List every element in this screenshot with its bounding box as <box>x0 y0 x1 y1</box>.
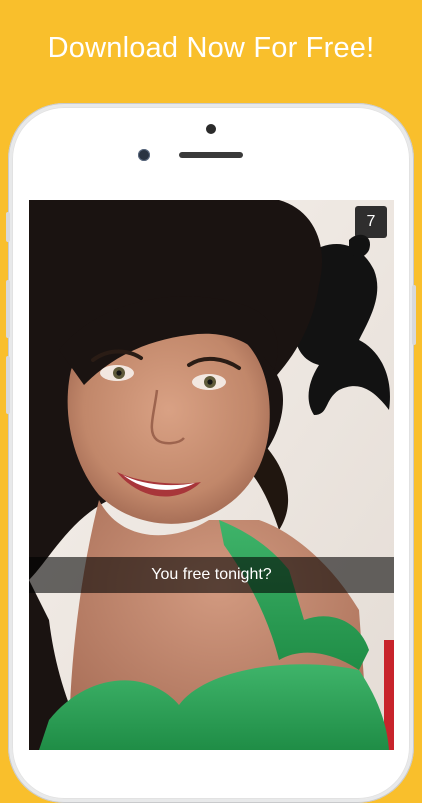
snap-photo <box>29 200 394 750</box>
proximity-sensor <box>206 124 216 134</box>
earpiece-speaker <box>179 152 243 158</box>
promo-headline: Download Now For Free! <box>47 32 375 64</box>
volume-down-button <box>6 356 10 414</box>
mute-switch <box>6 212 10 242</box>
snap-timer-badge: 7 <box>355 206 387 238</box>
power-button <box>412 285 416 345</box>
snap-caption-bar: You free tonight? <box>29 557 394 593</box>
volume-up-button <box>6 280 10 338</box>
front-camera-icon <box>138 149 150 161</box>
snap-caption-text: You free tonight? <box>151 566 272 583</box>
phone-screen: 7 You free tonight? <box>29 200 394 750</box>
